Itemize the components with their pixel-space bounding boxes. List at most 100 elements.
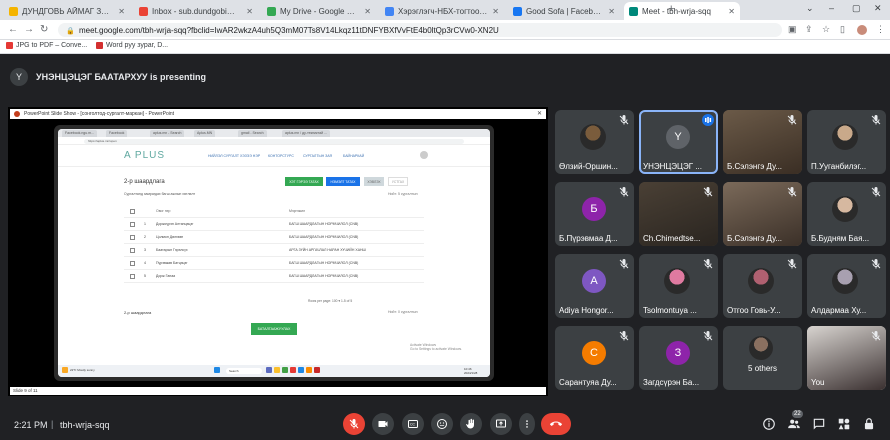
maximize-icon[interactable]: ▢ <box>852 3 861 14</box>
checkbox-icon <box>130 235 135 240</box>
lock-person-icon <box>864 418 874 430</box>
participant-tile[interactable]: Ch.Chimedtse... <box>639 182 718 246</box>
mic-toggle-button[interactable] <box>343 413 365 435</box>
browser-tab[interactable]: My Drive - Google Drive ✕ <box>262 2 376 20</box>
slide-confirm-button: БАТАЛГААЖУУЛАХ <box>251 323 297 335</box>
tab-favicon-icon <box>629 6 638 16</box>
tab-close-icon[interactable]: ✕ <box>492 7 499 16</box>
bookmarks-bar: JPG to PDF – Conve... Word руу зураг, D.… <box>0 40 890 54</box>
tab-close-icon[interactable]: ✕ <box>728 7 735 16</box>
participant-tile[interactable]: Б.Сэлэнгэ Ду... <box>723 182 802 246</box>
reload-icon[interactable]: ↻ <box>40 24 48 35</box>
browser-tab[interactable]: Meet - tbh-wrja-sqq ✕ <box>624 2 740 20</box>
meeting-info-button[interactable] <box>762 417 776 431</box>
browser-tab[interactable]: Inbox - sub.dundgobi@gmai ✕ <box>134 2 258 20</box>
raise-hand-button[interactable] <box>460 413 482 435</box>
captions-button[interactable]: CC <box>402 413 424 435</box>
more-options-button[interactable] <box>519 413 535 435</box>
people-button[interactable] <box>787 417 801 431</box>
participant-tile[interactable]: 5 others <box>723 326 802 390</box>
sidebar-icon[interactable]: ▯ <box>840 24 845 35</box>
browser-tab[interactable]: Good Sofa | Facebook ✕ <box>508 2 620 20</box>
url-field[interactable]: 🔒 meet.google.com/tbh-wrja-sqq?fbclid=Iw… <box>58 23 782 37</box>
slide-browser-url-bar: https://aplus.mn/open <box>58 137 490 145</box>
mic-off-icon <box>786 114 798 126</box>
back-icon[interactable]: ← <box>8 24 18 35</box>
aplus-nav-item: КОНТОРСТУРС <box>268 154 294 158</box>
table-cell-major: БАГШ ШААРДЛАГЫН НОРМЧИЛОЛ (CNB) <box>289 235 359 239</box>
hand-icon <box>466 418 474 429</box>
participant-tile[interactable]: Өлзий-Оршин... <box>555 110 634 174</box>
chat-button[interactable] <box>812 417 826 431</box>
browser-tab[interactable]: Хэрэглэгч-НБХ-тогтоол-III-у✕ <box>380 2 504 20</box>
leave-call-button[interactable] <box>541 413 571 435</box>
participant-tile[interactable]: You <box>807 326 886 390</box>
minimize-icon[interactable]: – <box>829 3 834 13</box>
tab-close-icon[interactable]: ✕ <box>118 7 125 16</box>
captions-icon: CC <box>408 420 418 428</box>
participant-tile[interactable]: Алдармаа Ху... <box>807 254 886 318</box>
new-tab-button[interactable]: + <box>668 3 674 15</box>
participant-tile[interactable]: A Adiya Hongor... <box>555 254 634 318</box>
slide-url-text: https://aplus.mn/open <box>84 138 464 144</box>
bookmark-word-image[interactable]: Word руу зураг, D... <box>96 42 168 49</box>
tab-label: Meet - tbh-wrja-sqq <box>642 6 711 16</box>
mic-off-icon <box>702 258 714 270</box>
participant-tile[interactable]: Б Б.Пүрэвмаа Д... <box>555 182 634 246</box>
meeting-control-bar: 2:21 PM | tbh-wrja-sqq CC <box>0 410 890 440</box>
tab-close-icon[interactable]: ✕ <box>364 7 371 16</box>
presenting-text: УНЭНЦЭЦЭГ БААТАРХУУ is presenting <box>36 72 207 82</box>
forward-icon[interactable]: → <box>24 24 34 35</box>
tab-close-icon[interactable]: ✕ <box>246 7 253 16</box>
participant-tile[interactable]: Б.Будням Бая... <box>807 182 886 246</box>
activities-button[interactable] <box>837 417 851 431</box>
slide-browser-tab: Aplus.MN <box>194 130 216 137</box>
close-window-icon[interactable]: ✕ <box>874 3 882 14</box>
bookmark-label: JPG to PDF – Conve... <box>16 42 88 49</box>
slide-subtitle-count: Нийт: 5 сургалтын <box>388 192 418 196</box>
bookmark-favicon-icon <box>96 42 103 49</box>
profile-avatar[interactable] <box>857 25 867 35</box>
table-cell-name: Цолмон Дөлгөөн <box>156 235 184 239</box>
participant-tile[interactable]: П.Ууганбилэг... <box>807 110 886 174</box>
participant-name: Отгоо Говь-У... <box>727 306 781 315</box>
bookmark-jpg-to-pdf[interactable]: JPG to PDF – Conve... <box>6 42 87 49</box>
menu-kebab-icon[interactable]: ⋮ <box>876 24 885 35</box>
lock-icon: 🔒 <box>66 27 75 35</box>
participant-name: Өлзий-Оршин... <box>559 162 618 171</box>
participant-tile[interactable]: Tsolmontuya ... <box>639 254 718 318</box>
camera-permission-icon[interactable]: ▣ <box>788 24 797 35</box>
participant-tile[interactable]: Y УНЭНЦЭЦЭГ ... <box>639 110 718 174</box>
present-button[interactable] <box>490 413 512 435</box>
mic-off-icon <box>786 186 798 198</box>
camera-toggle-button[interactable] <box>372 413 394 435</box>
slide-screen: Facebook.ngu.m... Facebook aplus.mn - Sear… <box>58 129 490 377</box>
host-controls-button[interactable] <box>862 417 876 431</box>
table-cell-index: 1 <box>144 222 146 226</box>
participant-tile[interactable]: С Сарантуяа Ду... <box>555 326 634 390</box>
participant-tile[interactable]: Отгоо Говь-У... <box>723 254 802 318</box>
mic-off-icon <box>618 114 630 126</box>
participant-photo <box>580 124 606 150</box>
shared-screen[interactable]: PowerPoint Slide Show - [сонголтод-сурга… <box>8 107 548 396</box>
bookmark-star-icon[interactable]: ☆ <box>822 24 830 35</box>
tab-close-icon[interactable]: ✕ <box>608 7 615 16</box>
table-cell-name: Баатарын Гэрэлсүх <box>156 248 188 252</box>
aplus-user-avatar <box>420 151 428 159</box>
participant-tile[interactable]: Б.Сэлэнгэ Ду... <box>723 110 802 174</box>
slide-browser-tab: Facebook.ngu.m... <box>62 130 97 137</box>
table-cell-index: 5 <box>144 274 146 278</box>
browser-tab[interactable]: ДУНДГОВЬ АЙМАГ ЗДТГ ✕ <box>4 2 130 20</box>
participant-tile[interactable]: З Загдсүрэн Ба... <box>639 326 718 390</box>
reactions-button[interactable] <box>431 413 453 435</box>
tab-label: Good Sofa | Facebook <box>526 6 605 16</box>
share-icon[interactable]: ⇪ <box>805 24 813 35</box>
others-count-label: 5 others <box>748 364 777 373</box>
table-cell-name: Пүрэвжав Батцэцэг <box>156 261 188 265</box>
participant-photo <box>832 268 858 294</box>
participant-name: Сарантуяа Ду... <box>559 378 617 387</box>
people-icon <box>788 419 800 429</box>
slide-button-print: ХЭВЛЭХ <box>364 177 384 186</box>
powerpoint-icon <box>14 111 20 117</box>
tab-search-icon[interactable]: ⌄ <box>806 3 814 14</box>
